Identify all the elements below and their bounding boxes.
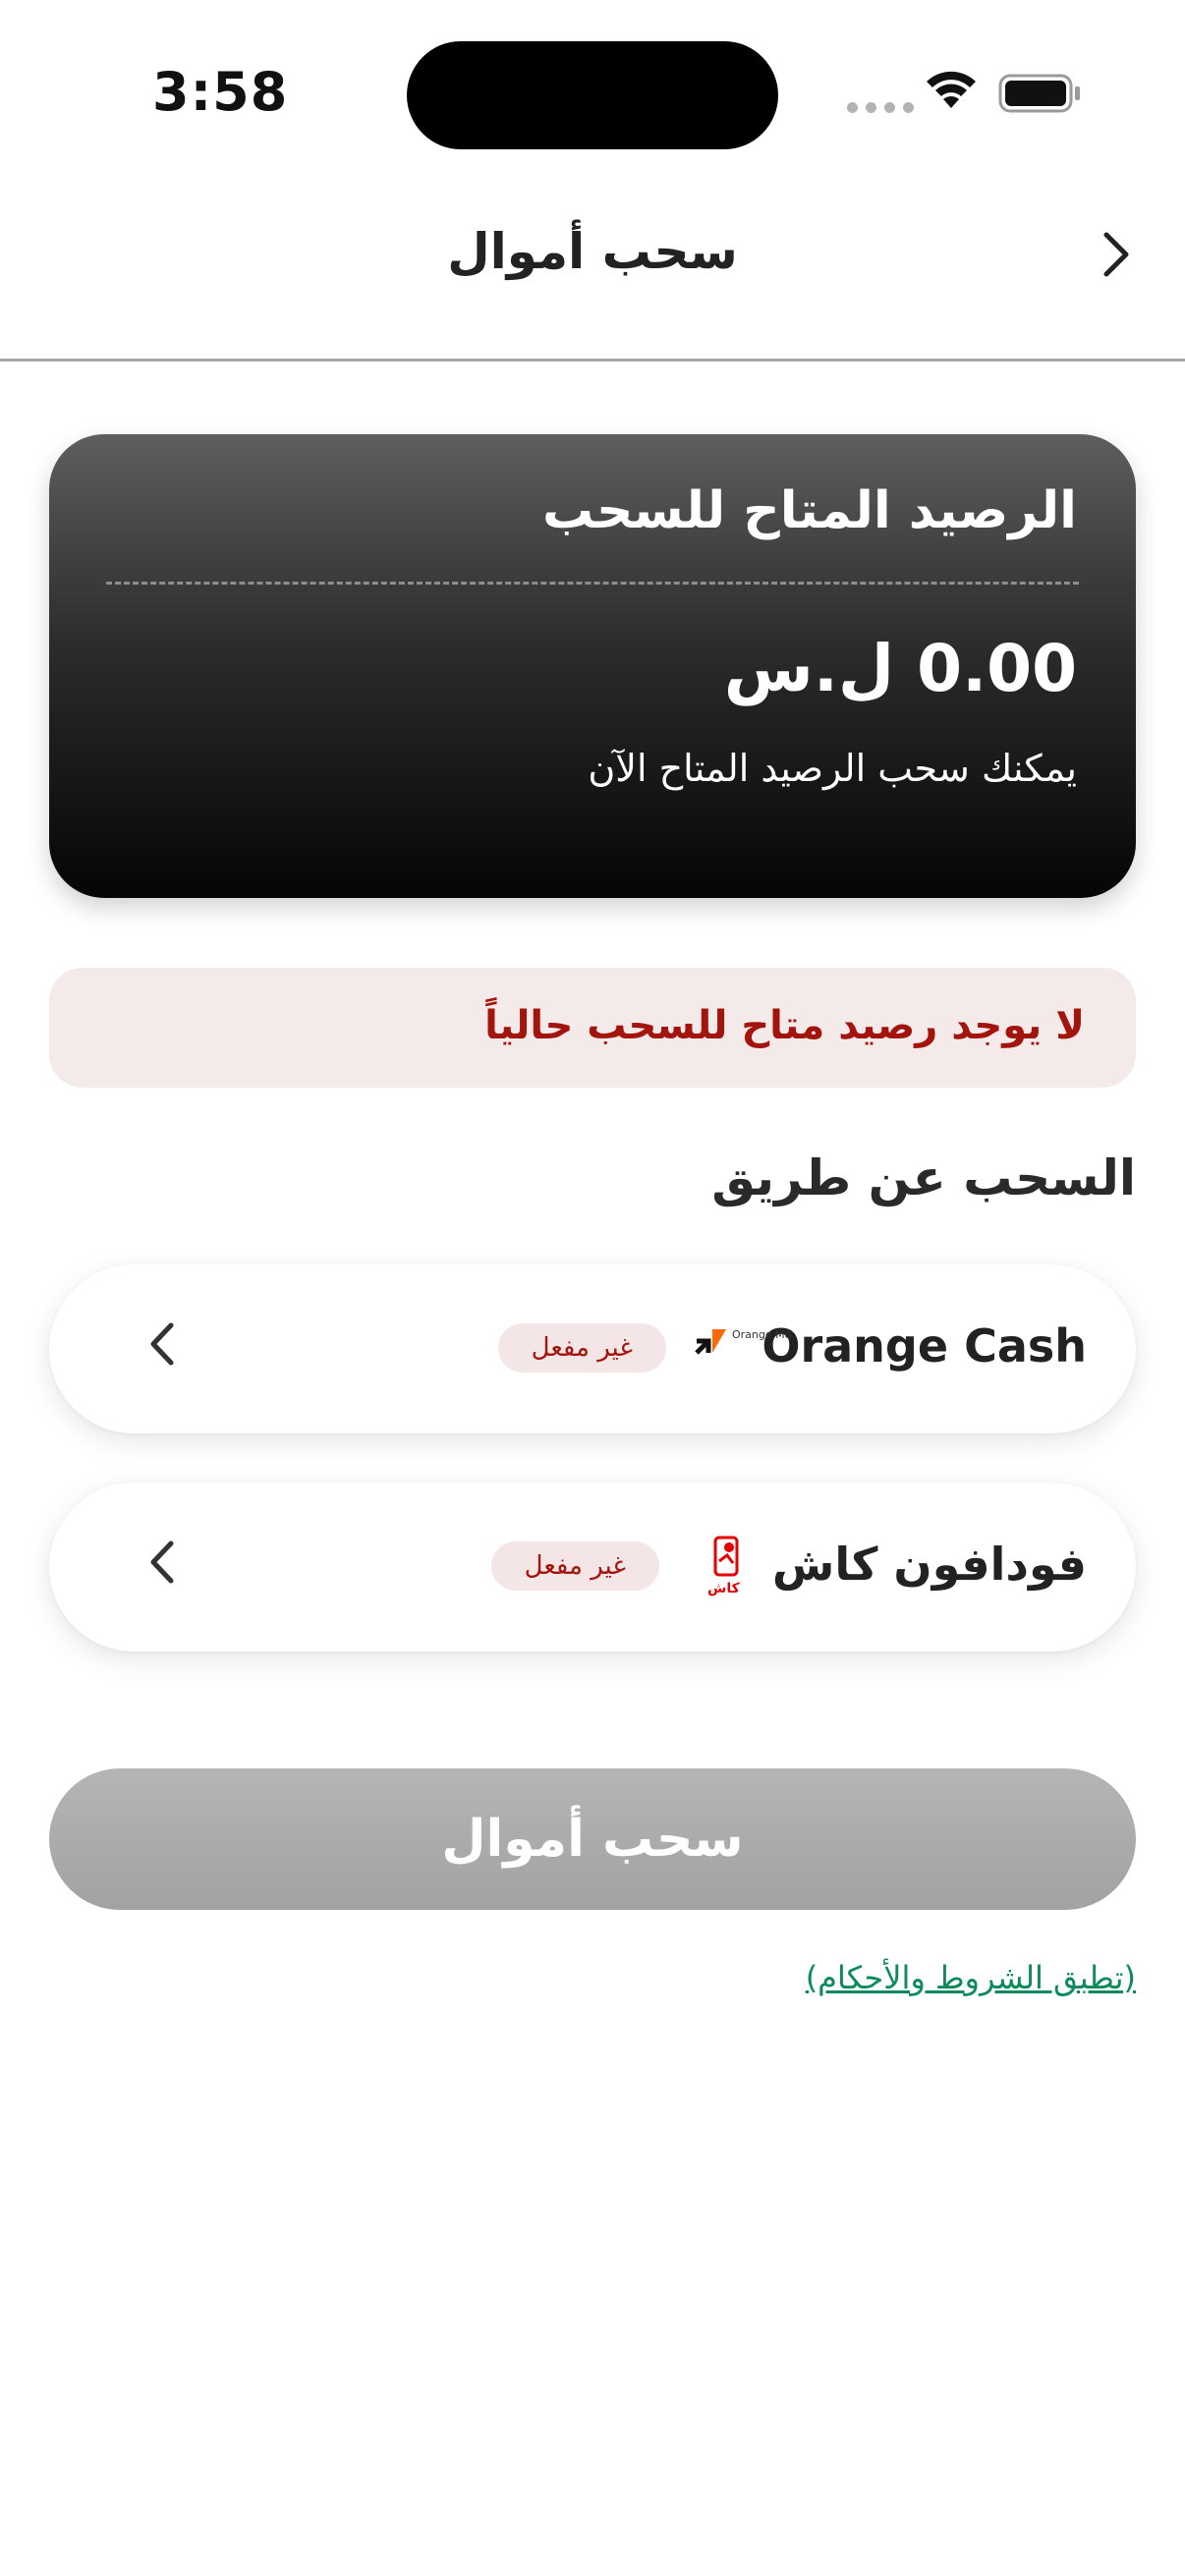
method-row-orange-cash[interactable]: Orange Cash Orange Money غير مفعل (49, 1264, 1136, 1433)
status-badge: غير مفعل (490, 1541, 659, 1591)
orange-money-logo-text: Orange Money (732, 1328, 791, 1341)
vodafone-cash-logo-icon: كاش (698, 1534, 757, 1600)
back-chevron-icon[interactable] (1099, 229, 1134, 280)
dashed-divider (106, 582, 1079, 585)
no-balance-alert: لا يوجد رصيد متاح للسحب حالياً (49, 968, 1136, 1088)
vodafone-cash-logo-text: كاش (707, 1581, 741, 1596)
status-time: 3:58 (152, 61, 289, 123)
dynamic-island (407, 41, 778, 149)
terms-and-conditions-link[interactable]: (تطبق الشروط والأحكام) (806, 1959, 1136, 1996)
cellular-signal-icon (847, 102, 914, 113)
available-balance-card: الرصيد المتاح للسحب 0.00 ل.س يمكنك سحب ا… (49, 434, 1136, 898)
status-bar: 3:58 (0, 0, 1185, 167)
balance-subtitle: يمكنك سحب الرصيد المتاح الآن (588, 747, 1077, 790)
withdraw-funds-screen: 3:58 سحب أموال الرصيد المتاح للسحب 0.00 … (0, 0, 1185, 2576)
orange-money-logo-icon: Orange Money (693, 1321, 812, 1365)
chevron-left-icon (150, 1322, 174, 1366)
balance-amount: 0.00 ل.س (723, 631, 1077, 706)
page-title: سحب أموال (447, 223, 738, 280)
navigation-bar: سحب أموال (0, 172, 1185, 362)
battery-icon (998, 74, 1080, 113)
method-row-vodafone-cash[interactable]: فودافون كاش كاش غير مفعل (49, 1483, 1136, 1652)
chevron-left-icon (150, 1540, 174, 1584)
withdraw-funds-button[interactable]: سحب أموال (49, 1768, 1136, 1910)
wifi-icon (927, 71, 976, 108)
withdraw-methods-title: السحب عن طريق (711, 1149, 1136, 1206)
method-name: فودافون كاش (771, 1538, 1087, 1591)
balance-title: الرصيد المتاح للسحب (541, 481, 1077, 540)
status-badge: غير مفعل (497, 1323, 666, 1372)
alert-text: لا يوجد رصيد متاح للسحب حالياً (484, 1003, 1085, 1048)
method-name: Orange Cash (762, 1319, 1087, 1372)
